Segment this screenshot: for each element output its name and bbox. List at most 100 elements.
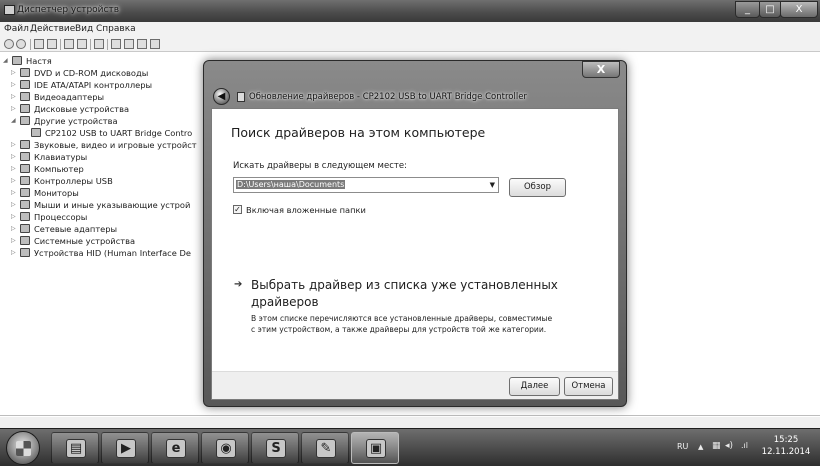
tree-category-item[interactable]: ▷ IDE ATA/ATAPI контроллеры bbox=[11, 80, 200, 91]
tree-category-item[interactable]: ▷ Мыши и иные указывающие устрой bbox=[11, 200, 200, 211]
tree-root-label: Настя bbox=[26, 56, 52, 66]
tree-category-item[interactable]: ▷ DVD и CD-ROM дисководы bbox=[11, 68, 200, 79]
tree-item-label: Клавиатуры bbox=[34, 152, 88, 162]
signal-icon[interactable]: .ıl bbox=[741, 441, 748, 450]
internet-explorer-icon: e bbox=[166, 439, 186, 458]
tree-category-item[interactable]: ▷ Сетевые адаптеры bbox=[11, 224, 200, 235]
maximize-button[interactable]: □ bbox=[759, 1, 781, 18]
help-icon[interactable] bbox=[64, 39, 74, 49]
taskbar-app-media-player[interactable]: ▶ bbox=[101, 432, 149, 464]
tree-category-item[interactable]: ▷ Устройства HID (Human Interface De bbox=[11, 248, 200, 259]
language-indicator[interactable]: RU bbox=[677, 442, 688, 451]
expand-icon[interactable]: ▷ bbox=[11, 225, 17, 232]
menu-action[interactable]: Действие bbox=[30, 24, 75, 34]
tree-item-label: CP2102 USB to UART Bridge Contro bbox=[45, 128, 193, 138]
back-arrow-icon[interactable]: ◀ bbox=[213, 88, 230, 105]
tree-category-item[interactable]: ◢ Другие устройства bbox=[11, 116, 200, 127]
show-hidden-icon[interactable] bbox=[47, 39, 57, 49]
unknown-device-icon bbox=[31, 128, 41, 137]
expand-icon[interactable]: ▷ bbox=[11, 69, 17, 76]
expand-icon[interactable]: ▷ bbox=[11, 141, 17, 148]
start-button[interactable] bbox=[6, 431, 40, 465]
toolbar bbox=[0, 37, 820, 52]
view-icon[interactable] bbox=[77, 39, 87, 49]
close-button[interactable]: X bbox=[780, 1, 818, 18]
expand-icon[interactable]: ▷ bbox=[11, 213, 17, 220]
expand-icon[interactable]: ▷ bbox=[11, 177, 17, 184]
next-button[interactable]: Далее bbox=[509, 377, 560, 396]
cancel-button[interactable]: Отмена bbox=[564, 377, 613, 396]
tree-item-label: Звуковые, видео и игровые устройст bbox=[34, 140, 197, 150]
chevron-down-icon[interactable]: ▼ bbox=[490, 178, 495, 192]
expand-icon[interactable]: ▷ bbox=[11, 165, 17, 172]
menu-bar: Файл Действие Вид Справка bbox=[0, 22, 820, 37]
tree-device-item[interactable]: CP2102 USB to UART Bridge Contro bbox=[22, 128, 200, 139]
expand-icon[interactable]: ▷ bbox=[11, 201, 17, 208]
taskbar-app-internet-explorer[interactable]: e bbox=[151, 432, 199, 464]
menu-help[interactable]: Справка bbox=[96, 24, 136, 34]
expand-icon[interactable]: ▷ bbox=[11, 189, 17, 196]
menu-view[interactable]: Вид bbox=[75, 24, 93, 34]
expand-icon[interactable]: ▷ bbox=[11, 93, 17, 100]
pick-driver-link[interactable]: Выбрать драйвер из списка уже установлен… bbox=[251, 278, 558, 292]
toolbar-separator bbox=[60, 39, 61, 50]
pick-driver-link-line2[interactable]: драйверов bbox=[251, 295, 319, 309]
dialog-footer: Далее Отмена bbox=[212, 371, 618, 399]
dialog-title: Обновление драйверов - CP2102 USB to UAR… bbox=[249, 92, 527, 102]
expand-icon[interactable]: ▷ bbox=[11, 237, 17, 244]
taskbar: ▤ ▶ e ◉ S ✎ ▣ RU ▲ ▦ ◂) .ıl 15:25 12.11.2014 bbox=[0, 428, 820, 466]
tree-category-item[interactable]: ▷ Процессоры bbox=[11, 212, 200, 223]
taskbar-app-device-manager[interactable]: ▣ bbox=[351, 432, 399, 464]
forward-icon[interactable] bbox=[16, 39, 26, 49]
other-devices-icon bbox=[20, 116, 30, 125]
path-combobox[interactable]: D:\Users\наша\Documents ▼ bbox=[233, 177, 499, 193]
status-bar bbox=[0, 417, 820, 428]
minimize-button[interactable]: _ bbox=[735, 1, 760, 18]
ide-controller-icon bbox=[20, 80, 30, 89]
tree-item-label: Другие устройства bbox=[34, 116, 118, 126]
menu-file[interactable]: Файл bbox=[4, 24, 29, 34]
taskbar-app-skype[interactable]: S bbox=[251, 432, 299, 464]
show-hidden-icons-arrow-icon[interactable]: ▲ bbox=[698, 443, 703, 451]
taskbar-app-firefox[interactable]: ◉ bbox=[201, 432, 249, 464]
firefox-icon: ◉ bbox=[216, 439, 236, 458]
monitor-icon bbox=[20, 188, 30, 197]
title-bar[interactable]: Диспетчер устройств _ □ X bbox=[0, 0, 820, 22]
clock[interactable]: 15:25 12.11.2014 bbox=[760, 434, 812, 458]
dialog-close-button[interactable]: X bbox=[582, 61, 620, 78]
expand-icon[interactable]: ▷ bbox=[11, 81, 17, 88]
tree-category-item[interactable]: ▷ Клавиатуры bbox=[11, 152, 200, 163]
properties-icon[interactable] bbox=[34, 39, 44, 49]
network-icon[interactable]: ▦ bbox=[712, 441, 721, 451]
toolbar-separator bbox=[30, 39, 31, 50]
tree-category-item[interactable]: ▷ Системные устройства bbox=[11, 236, 200, 247]
uninstall-icon[interactable] bbox=[124, 39, 134, 49]
enable-icon[interactable] bbox=[150, 39, 160, 49]
tree-category-item[interactable]: ▷ Видеоадаптеры bbox=[11, 92, 200, 103]
tree-root[interactable]: ◢ Настя bbox=[3, 56, 83, 67]
windows-logo-icon bbox=[16, 441, 31, 456]
tree-item-label: Процессоры bbox=[34, 212, 88, 222]
computer-icon bbox=[20, 164, 30, 173]
browse-button[interactable]: Обзор bbox=[509, 178, 566, 197]
back-icon[interactable] bbox=[4, 39, 14, 49]
expand-icon[interactable]: ▷ bbox=[11, 249, 17, 256]
update-driver-icon[interactable] bbox=[111, 39, 121, 49]
volume-icon[interactable]: ◂) bbox=[725, 441, 733, 451]
tree-category-item[interactable]: ▷ Контроллеры USB bbox=[11, 176, 200, 187]
tree-category-item[interactable]: ▷ Звуковые, видео и игровые устройст bbox=[11, 140, 200, 151]
taskbar-app-explorer[interactable]: ▤ bbox=[51, 432, 99, 464]
expand-icon[interactable]: ▷ bbox=[11, 153, 17, 160]
include-subfolders-checkbox[interactable]: ✓ bbox=[233, 205, 242, 214]
tree-category-item[interactable]: ▷ Дисковые устройства bbox=[11, 104, 200, 115]
expand-icon[interactable]: ▷ bbox=[11, 105, 17, 112]
tree-item-label: Мыши и иные указывающие устрой bbox=[34, 200, 191, 210]
usb-icon bbox=[20, 176, 30, 185]
scan-hardware-icon[interactable] bbox=[94, 39, 104, 49]
collapse-icon[interactable]: ◢ bbox=[3, 57, 9, 64]
taskbar-app-paint[interactable]: ✎ bbox=[301, 432, 349, 464]
tree-category-item[interactable]: ▷ Мониторы bbox=[11, 188, 200, 199]
disable-icon[interactable] bbox=[137, 39, 147, 49]
collapse-icon[interactable]: ◢ bbox=[11, 117, 17, 124]
tree-category-item[interactable]: ▷ Компьютер bbox=[11, 164, 200, 175]
